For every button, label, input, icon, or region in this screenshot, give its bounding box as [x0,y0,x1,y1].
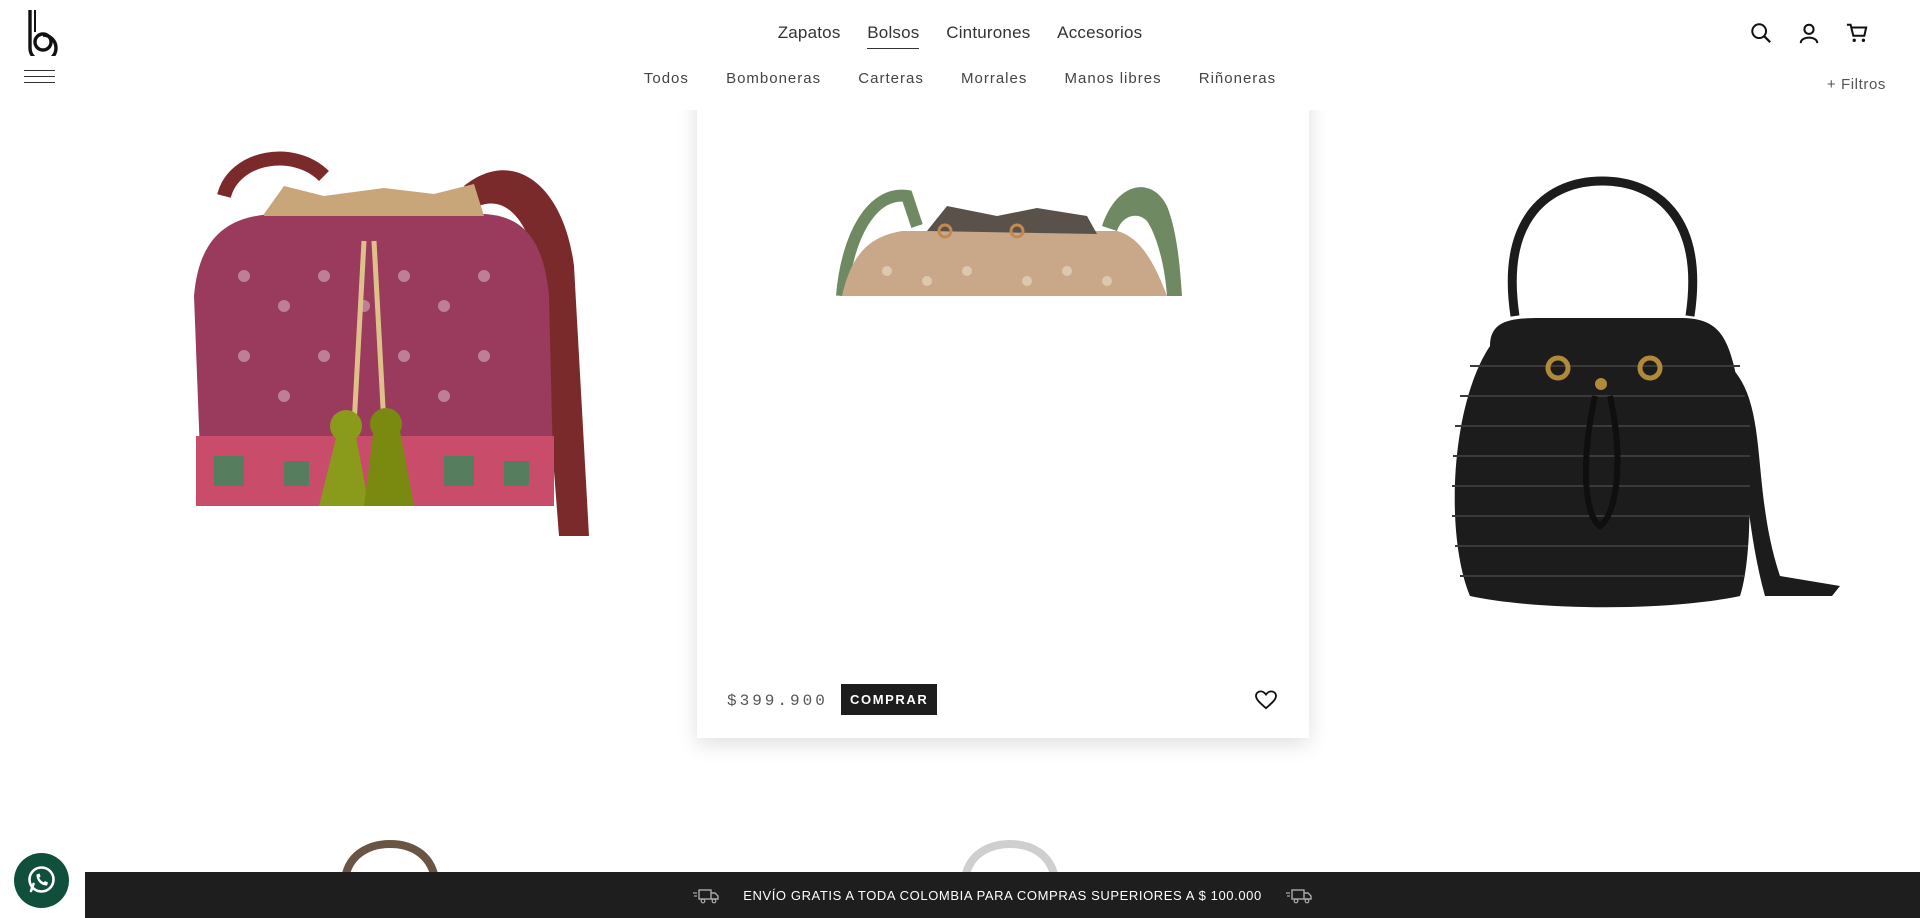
buy-button[interactable]: COMPRAR [841,684,938,715]
shipping-text: ENVÍO GRATIS A TODA COLOMBIA PARA COMPRA… [743,887,1262,903]
nav-cinturones[interactable]: Cinturones [946,23,1030,48]
site-header: Zapatos Bolsos Cinturones Accesorios Tod… [0,0,1920,110]
nav-accesorios[interactable]: Accesorios [1057,23,1142,48]
product-price: $399.900 [727,692,828,710]
shipping-banner: ENVÍO GRATIS A TODA COLOMBIA PARA COMPRA… [85,872,1920,918]
product-image[interactable] [84,66,696,573]
main-nav: Zapatos Bolsos Cinturones Accesorios [0,23,1920,49]
whatsapp-icon [28,866,55,893]
filters-button[interactable]: + Filtros [1827,76,1886,93]
nav-zapatos[interactable]: Zapatos [778,23,841,48]
whatsapp-button[interactable] [14,853,69,908]
cart-icon[interactable] [1846,22,1868,44]
subnav-rinoneras[interactable]: Riñoneras [1199,70,1276,87]
truck-icon [692,888,719,903]
product-card-hovered[interactable]: $399.900 COMPRAR [697,66,1309,738]
subnav-manos-libres[interactable]: Manos libres [1065,70,1162,87]
product-image[interactable] [697,66,1309,664]
product-card[interactable] [1310,66,1882,678]
product-image[interactable] [1310,66,1882,678]
header-icons [1750,22,1868,44]
user-icon[interactable] [1798,22,1820,44]
card-footer: $399.900 COMPRAR [697,664,1309,738]
search-icon[interactable] [1750,22,1772,44]
product-card[interactable] [84,66,696,573]
subnav-bomboneras[interactable]: Bomboneras [726,70,821,87]
subnav-carteras[interactable]: Carteras [858,70,924,87]
subnav-morrales[interactable]: Morrales [961,70,1027,87]
truck-icon [1286,888,1312,903]
nav-bolsos[interactable]: Bolsos [867,23,920,49]
sub-nav: Todos Bomboneras Carteras Morrales Manos… [0,70,1920,87]
heart-icon[interactable] [1255,690,1277,710]
subnav-todos[interactable]: Todos [644,70,689,87]
